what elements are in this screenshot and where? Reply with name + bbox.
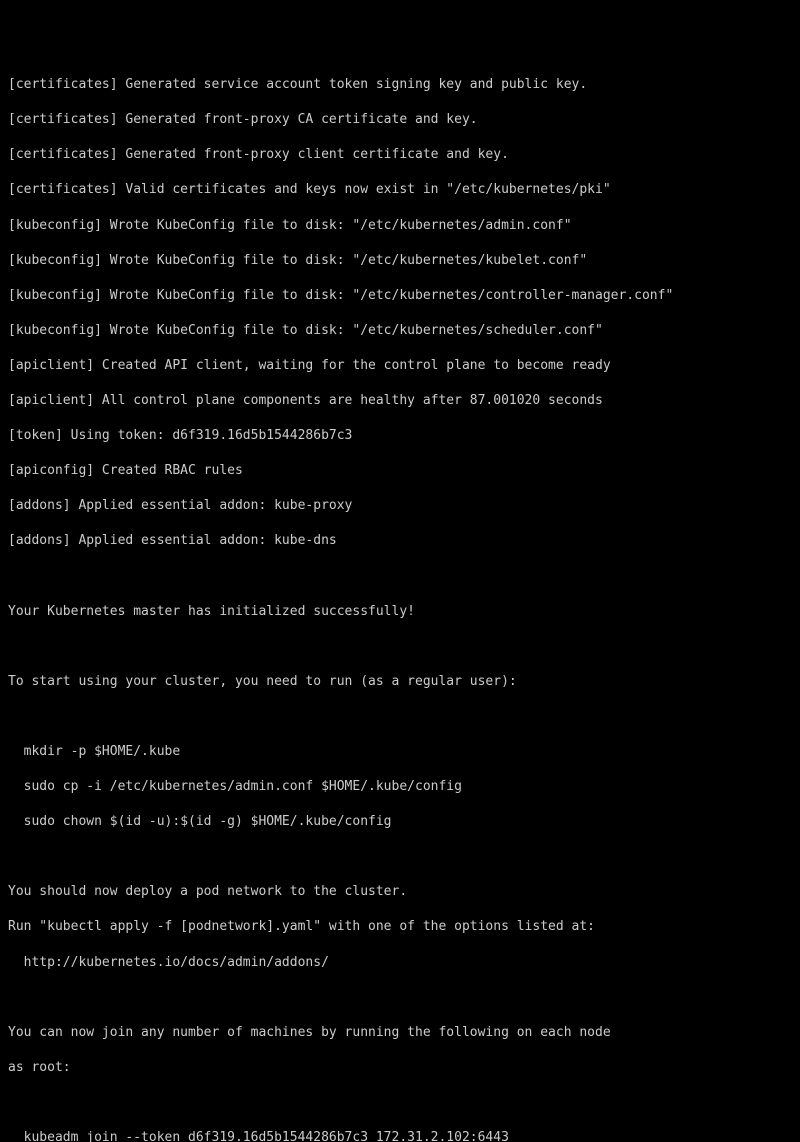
terminal-line bbox=[8, 848, 792, 866]
terminal-line: sudo cp -i /etc/kubernetes/admin.conf $H… bbox=[8, 778, 792, 796]
terminal-line bbox=[8, 638, 792, 656]
terminal-line: kubeadm join --token d6f319.16d5b1544286… bbox=[8, 1129, 792, 1142]
terminal-line: [certificates] Generated front-proxy CA … bbox=[8, 111, 792, 129]
terminal-line: You can now join any number of machines … bbox=[8, 1024, 792, 1042]
terminal-line: [addons] Applied essential addon: kube-p… bbox=[8, 497, 792, 515]
terminal-line: To start using your cluster, you need to… bbox=[8, 673, 792, 691]
terminal-line: [certificates] Generated service account… bbox=[8, 76, 792, 94]
terminal-line: mkdir -p $HOME/.kube bbox=[8, 743, 792, 761]
terminal-line: Run "kubectl apply -f [podnetwork].yaml"… bbox=[8, 918, 792, 936]
terminal-line: [kubeconfig] Wrote KubeConfig file to di… bbox=[8, 217, 792, 235]
terminal-line: [apiconfig] Created RBAC rules bbox=[8, 462, 792, 480]
terminal-line: [kubeconfig] Wrote KubeConfig file to di… bbox=[8, 252, 792, 270]
terminal-line bbox=[8, 708, 792, 726]
terminal-line: [apiclient] All control plane components… bbox=[8, 392, 792, 410]
terminal-line: [addons] Applied essential addon: kube-d… bbox=[8, 532, 792, 550]
terminal-line: Your Kubernetes master has initialized s… bbox=[8, 603, 792, 621]
terminal-line: You should now deploy a pod network to t… bbox=[8, 883, 792, 901]
terminal-line: [certificates] Valid certificates and ke… bbox=[8, 181, 792, 199]
terminal-line: [token] Using token: d6f319.16d5b1544286… bbox=[8, 427, 792, 445]
terminal-line bbox=[8, 568, 792, 586]
terminal-line bbox=[8, 989, 792, 1007]
terminal-line: http://kubernetes.io/docs/admin/addons/ bbox=[8, 954, 792, 972]
terminal-line: [certificates] Generated front-proxy cli… bbox=[8, 146, 792, 164]
terminal-line: [apiclient] Created API client, waiting … bbox=[8, 357, 792, 375]
terminal-line: [kubeconfig] Wrote KubeConfig file to di… bbox=[8, 322, 792, 340]
terminal-line: [kubeconfig] Wrote KubeConfig file to di… bbox=[8, 287, 792, 305]
terminal-line bbox=[8, 1094, 792, 1112]
terminal-line: sudo chown $(id -u):$(id -g) $HOME/.kube… bbox=[8, 813, 792, 831]
terminal-line: as root: bbox=[8, 1059, 792, 1077]
